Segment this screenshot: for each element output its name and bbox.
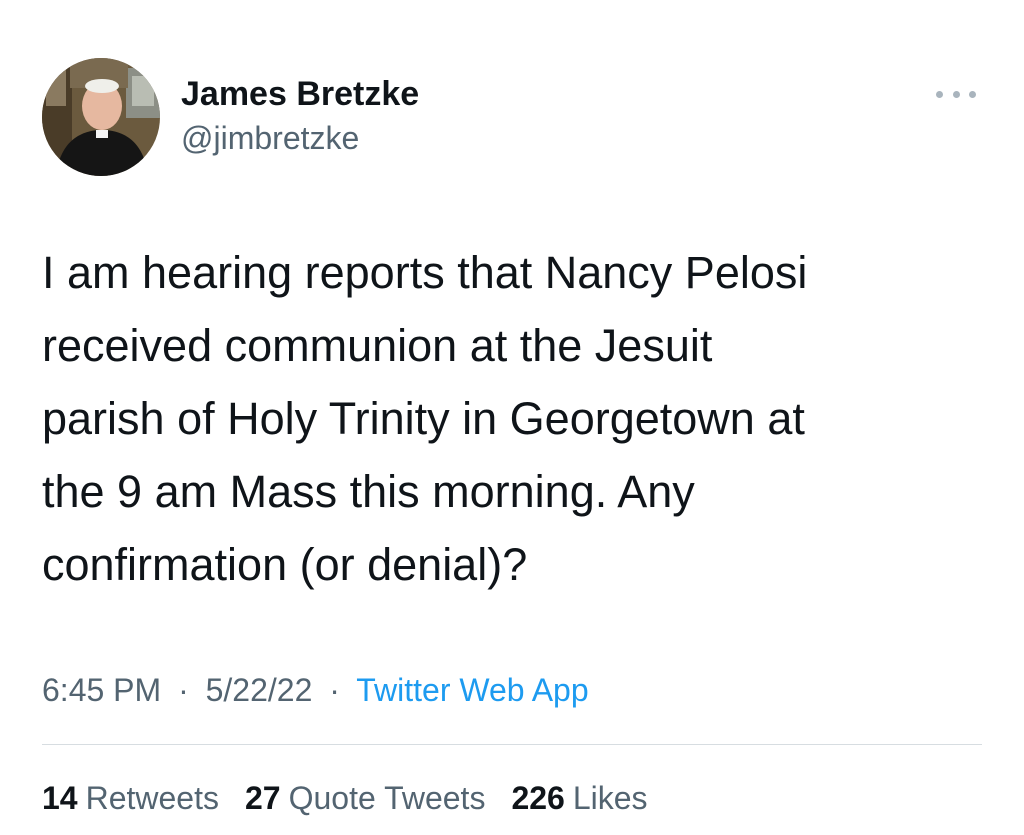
tweet-time[interactable]: 6:45 PM — [42, 672, 161, 708]
retweets-stat[interactable]: 14 Retweets — [42, 776, 219, 820]
dot-icon — [952, 90, 960, 98]
quote-tweets-stat[interactable]: 27 Quote Tweets — [245, 776, 485, 820]
likes-stat[interactable]: 226 Likes — [511, 776, 647, 820]
profile-photo-icon — [42, 58, 160, 176]
likes-label: Likes — [572, 780, 648, 816]
dot-icon — [936, 90, 943, 98]
retweets-count: 14 — [42, 780, 78, 816]
tweet-date[interactable]: 5/22/22 — [206, 672, 313, 708]
meta-separator: · — [178, 672, 189, 708]
tweet-text: I am hearing reports that Nancy Pelosi r… — [42, 247, 808, 590]
author-display-name[interactable]: James Bretzke — [181, 74, 419, 114]
meta-separator: · — [329, 672, 340, 708]
quote-tweets-label: Quote Tweets — [288, 780, 486, 816]
quote-tweets-count: 27 — [244, 780, 281, 816]
dot-icon — [969, 90, 976, 98]
likes-count: 226 — [511, 780, 565, 816]
more-options-icon[interactable] — [936, 86, 976, 102]
tweet-header: James Bretzke @jimbretzke — [42, 58, 982, 178]
author-handle[interactable]: @jimbretzke — [181, 118, 419, 158]
divider — [42, 744, 982, 745]
retweets-label: Retweets — [85, 780, 219, 816]
author-names: James Bretzke @jimbretzke — [181, 74, 419, 158]
tweet-meta: 6:45 PM · 5/22/22 · Twitter Web App — [42, 668, 589, 712]
tweet-source-link[interactable]: Twitter Web App — [356, 672, 588, 708]
author-avatar[interactable] — [42, 58, 160, 176]
tweet-card: James Bretzke @jimbretzke I am hearing r… — [0, 0, 1024, 835]
tweet-stats: 14 Retweets 27 Quote Tweets 226 Likes — [42, 776, 648, 820]
